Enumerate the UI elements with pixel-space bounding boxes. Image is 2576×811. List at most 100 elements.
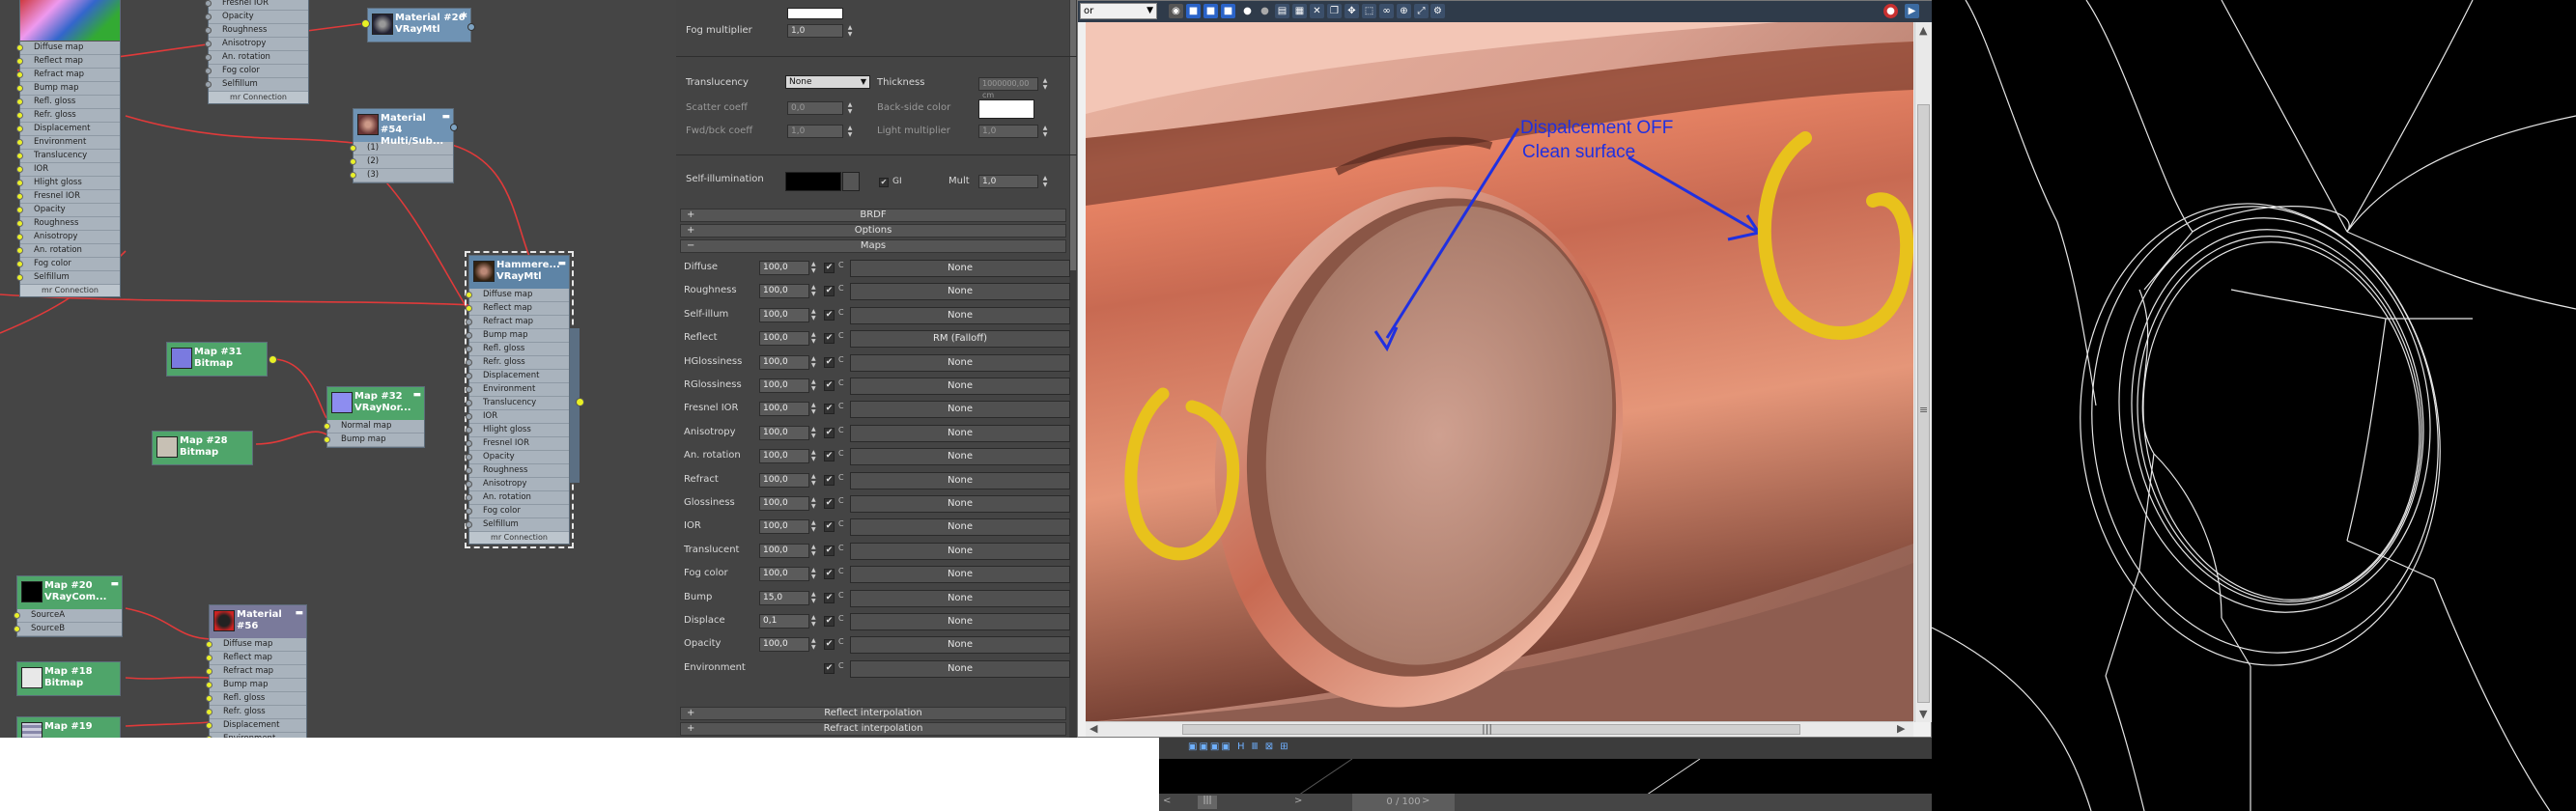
slot-roughness[interactable]: Roughness — [466, 464, 569, 478]
map-enable-checkbox[interactable]: ✔ — [824, 521, 835, 533]
spinner-arrows-icon[interactable]: ▲ ▼ — [811, 473, 816, 487]
input-port[interactable] — [206, 709, 212, 715]
spinner-arrows-icon[interactable]: ▲ ▼ — [811, 496, 816, 510]
input-port[interactable] — [14, 612, 20, 619]
map-slot-button[interactable]: None — [850, 542, 1070, 560]
input-port[interactable] — [206, 668, 212, 675]
map-amount-spinner[interactable]: 100,0 — [759, 519, 809, 535]
scroll-up-icon[interactable]: ▲ — [1919, 24, 1927, 37]
input-port[interactable] — [350, 172, 356, 179]
input-port[interactable] — [466, 508, 472, 515]
spinner-arrows-icon[interactable]: ▲ ▼ — [811, 355, 816, 369]
map-slot-button[interactable]: None — [850, 636, 1070, 655]
slot-opacity[interactable]: Opacity — [205, 11, 308, 24]
node-map-20[interactable]: ▬ Map #20 VRayCom... SourceA SourceB — [14, 575, 123, 637]
node-header[interactable]: ▬ Hammere... VRayMtl — [469, 256, 569, 289]
slot-diffuse-map[interactable]: Diffuse map — [16, 42, 120, 55]
input-port[interactable] — [466, 319, 472, 325]
map-amount-spinner[interactable]: 100,0 — [759, 496, 809, 511]
collapse-icon[interactable]: ▬ — [412, 389, 421, 401]
fog-multiplier-spinner[interactable]: 1,0 — [787, 24, 843, 38]
map-amount-spinner[interactable]: 100,0 — [759, 449, 809, 464]
map-slot-button[interactable]: None — [850, 424, 1070, 442]
map-slot-button[interactable]: None — [850, 378, 1070, 395]
map-slot-button[interactable]: None — [850, 283, 1070, 301]
input-port[interactable] — [466, 346, 472, 352]
render-icon[interactable]: ▶ — [1905, 4, 1919, 18]
input-port[interactable] — [466, 481, 472, 488]
input-port[interactable] — [16, 126, 23, 132]
node-header[interactable]: ✱ Material #26 VRayMtl — [368, 9, 470, 42]
input-port[interactable] — [206, 655, 212, 661]
map-enable-checkbox[interactable]: ✔ — [824, 474, 835, 486]
node-map-19[interactable]: Map #19 — [16, 716, 121, 738]
spinner-arrows-icon[interactable]: ▲ ▼ — [1041, 77, 1049, 91]
input-port[interactable] — [205, 14, 212, 20]
backside-color-swatch[interactable] — [978, 99, 1034, 119]
scroll-right-icon[interactable]: ▶ — [1897, 722, 1905, 735]
slot-an-rotation[interactable]: An. rotation — [205, 51, 308, 65]
slot-diffuse-map[interactable]: Diffuse map — [206, 638, 306, 652]
node-material-26[interactable]: ✱ Material #26 VRayMtl — [367, 8, 475, 42]
spinner-arrows-icon[interactable]: ▲ ▼ — [811, 331, 816, 345]
thickness-spinner[interactable]: 1000000,00 cm — [978, 77, 1038, 99]
rollout-reflect-interpolation[interactable]: + Reflect interpolation — [680, 707, 1066, 720]
map-slot-button[interactable]: None — [850, 589, 1070, 607]
map-amount-spinner[interactable]: 100,0 — [759, 543, 809, 558]
map-slot-button[interactable]: None — [850, 613, 1070, 630]
slot-fog-color[interactable]: Fog color — [205, 65, 308, 78]
track-mouse-icon[interactable]: ✥ — [1345, 4, 1359, 18]
render-image[interactable]: Dispalcement OFF Clean surface — [1086, 22, 1913, 722]
spinner-arrows-icon[interactable]: ▲ ▼ — [811, 284, 816, 297]
node-header[interactable]: Map #28 Bitmap — [153, 432, 252, 464]
node-header[interactable]: Map #18 Bitmap — [17, 662, 120, 695]
input-port[interactable] — [361, 19, 370, 28]
rollout-brdf[interactable]: + BRDF — [680, 209, 1066, 222]
spinner-arrows-icon[interactable]: ▲ ▼ — [811, 614, 816, 628]
input-port[interactable] — [205, 27, 212, 34]
input-port[interactable] — [16, 58, 23, 65]
slider-right-arrow-icon[interactable]: > — [1294, 796, 1302, 806]
map-enable-checkbox[interactable]: ✔ — [824, 545, 835, 556]
map-amount-spinner[interactable]: 100,0 — [759, 472, 809, 488]
input-port[interactable] — [16, 166, 23, 173]
slot-displacement[interactable]: Displacement — [206, 719, 306, 733]
input-port[interactable] — [466, 454, 472, 461]
settings-icon[interactable]: ⚙ — [1430, 4, 1445, 18]
map-enable-checkbox[interactable]: ✔ — [824, 427, 835, 438]
slot-3[interactable]: (3) — [350, 169, 453, 182]
map-slot-button[interactable]: None — [850, 260, 1070, 277]
input-port[interactable] — [16, 234, 23, 240]
link-icon[interactable]: ∞ — [1379, 4, 1394, 18]
input-port[interactable] — [466, 521, 472, 528]
input-port[interactable] — [466, 494, 472, 501]
slot-an-rotation[interactable]: An. rotation — [466, 491, 569, 505]
slot-ior[interactable]: IOR — [16, 163, 120, 177]
map-enable-checkbox[interactable]: ✔ — [824, 592, 835, 603]
mult-spinner[interactable]: 1,0 — [978, 175, 1038, 188]
slot-bump-map[interactable]: Bump map — [324, 433, 424, 447]
slot-reflect-map[interactable]: Reflect map — [16, 55, 120, 69]
time-slider[interactable]: < ||| > 0 / 100 > — [1159, 794, 1932, 811]
map-enable-checkbox[interactable]: ✔ — [824, 498, 835, 509]
frame-buffer-vertical-scrollbar[interactable]: ▲ ≡ ▼ — [1914, 22, 1932, 722]
slot-fresnel-ior[interactable]: Fresnel IOR — [16, 190, 120, 204]
node-header[interactable]: Map #31 Bitmap — [167, 343, 267, 376]
mono-icon[interactable]: ● — [1258, 4, 1272, 18]
map-enable-checkbox[interactable]: ✔ — [824, 286, 835, 297]
slot-refr-gloss[interactable]: Refr. gloss — [206, 706, 306, 719]
node-header[interactable]: ▬ Material #56 — [210, 605, 306, 638]
node-map-32[interactable]: ▬ Map #32 VRayNor... Normal map Bump map — [324, 386, 425, 448]
input-port[interactable] — [206, 695, 212, 702]
spinner-arrows-icon[interactable]: ▲ ▼ — [811, 426, 816, 439]
input-port[interactable] — [466, 332, 472, 339]
slot-environment[interactable]: Environment — [466, 383, 569, 397]
input-port[interactable] — [14, 626, 20, 632]
spinner-arrows-icon[interactable]: ▲ ▼ — [811, 261, 816, 274]
slate-node-view[interactable]: Diffuse map Reflect map Refract map Bump ma… — [0, 0, 676, 738]
map-amount-spinner[interactable]: 100,0 — [759, 331, 809, 347]
output-port[interactable] — [450, 124, 458, 131]
collapse-icon[interactable]: ▬ — [557, 258, 566, 269]
slot-fog-color[interactable]: Fog color — [16, 258, 120, 271]
input-port[interactable] — [16, 98, 23, 105]
